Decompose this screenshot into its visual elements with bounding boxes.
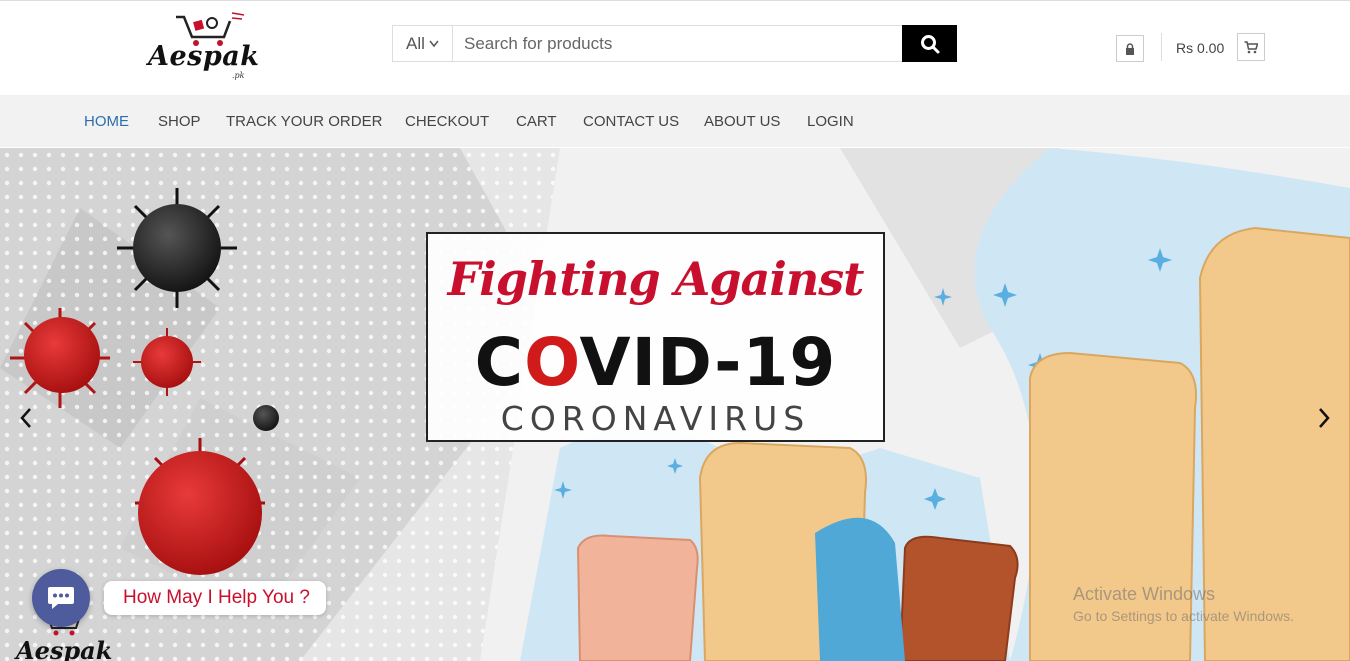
site-logo[interactable]: Aespak .pk [140,7,260,85]
slider-prev-button[interactable] [14,403,38,433]
slide-title: COVID-19 [474,324,837,401]
slide-subtitle: CORONAVIRUS [500,399,811,438]
cart-icon [1244,40,1258,53]
logo-text: Aespak [148,41,260,72]
nav-home[interactable]: HOME [84,113,129,130]
cart-button[interactable] [1237,33,1265,61]
chat-widget-label[interactable]: How May I Help You ? [104,581,326,615]
nav-contact-us[interactable]: CONTACT US [583,113,679,130]
search-bar: All [392,25,957,62]
chevron-left-icon [20,408,31,428]
header-divider [1161,33,1162,61]
activate-windows-title: Activate Windows [1073,584,1216,604]
search-category-value: All [406,33,425,53]
cart-total[interactable]: Rs 0.00 [1176,40,1224,56]
chevron-down-icon [429,40,439,47]
nav-cart[interactable]: CART [516,113,557,130]
chevron-right-icon [1319,408,1330,428]
search-icon [920,34,939,53]
slide-caption: Fighting Against COVID-19 CORONAVIRUS [426,232,885,442]
chat-icon [48,587,74,609]
header: Aespak .pk All Rs 0.00 [0,0,1350,95]
account-button[interactable] [1116,35,1144,62]
footer-logo-text: Aespak [16,636,113,661]
lock-icon [1126,42,1134,55]
search-button[interactable] [902,25,957,62]
nav-checkout[interactable]: CHECKOUT [405,113,489,130]
main-nav: HOME SHOP TRACK YOUR ORDER CHECKOUT CART… [0,95,1350,147]
nav-login[interactable]: LOGIN [807,113,854,130]
slide-heading: Fighting Against [447,252,865,306]
nav-about-us[interactable]: ABOUT US [704,113,780,130]
slider-next-button[interactable] [1312,403,1336,433]
logo-domain: .pk [232,71,245,80]
activate-windows-subtitle: Go to Settings to activate Windows. [1073,608,1294,624]
nav-track-order[interactable]: TRACK YOUR ORDER [226,113,382,130]
search-category-select[interactable]: All [393,26,453,61]
search-input[interactable] [453,26,902,61]
nav-shop[interactable]: SHOP [158,113,201,130]
chat-widget-button[interactable] [32,569,90,627]
